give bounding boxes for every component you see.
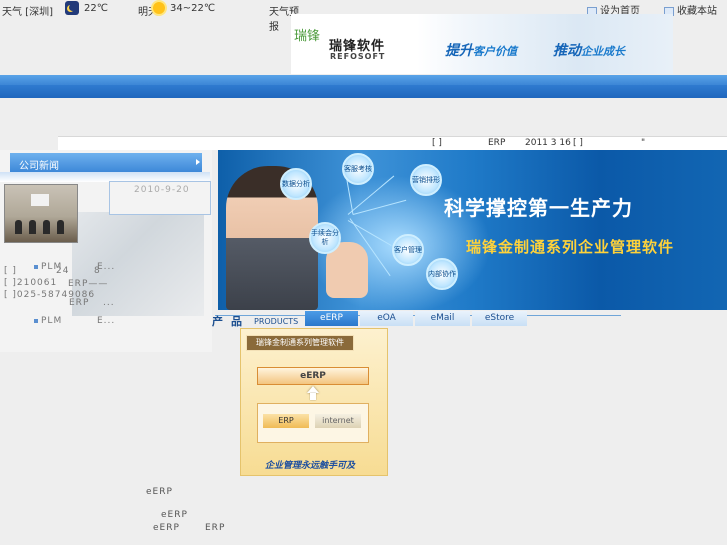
- slogan-2-main: 推动: [553, 43, 581, 59]
- nav-bar-main[interactable]: [0, 85, 727, 98]
- diagram-internet: internet: [315, 414, 361, 428]
- news-item-3-a[interactable]: [ ]210061: [4, 278, 57, 288]
- weather-temp-today: 22℃: [84, 3, 108, 14]
- bubble-5: 客户管理: [392, 234, 424, 266]
- news-item-5-a: PLM: [41, 316, 63, 326]
- slogan-1-sub: 客户价值: [473, 45, 517, 58]
- sun-icon: [153, 2, 165, 14]
- bullet-icon: [34, 318, 38, 323]
- slogan-2-sub: 企业成长: [581, 45, 625, 58]
- nav-bar-top: [0, 75, 727, 85]
- news-item-3-b: ERP——: [68, 279, 109, 289]
- bubble-4: 手续会分析: [309, 222, 341, 254]
- strip-date: 2011 3 16: [525, 138, 571, 148]
- news-date: 2010-9-20: [134, 185, 190, 195]
- tab-estore[interactable]: eStore: [472, 311, 527, 326]
- news-item-2-b: 24: [56, 266, 70, 276]
- slogan-1: 提升客户价值: [445, 40, 517, 60]
- lower-text-2: eERP: [161, 510, 188, 520]
- products-title-cn: 产品: [212, 315, 250, 328]
- bullet-icon: [34, 264, 38, 269]
- hero-title: 科学撑控第一生产力: [444, 196, 633, 220]
- tab-eerp[interactable]: eERP: [305, 311, 358, 326]
- strip-quote: ": [641, 138, 646, 148]
- news-item-2-a[interactable]: [ ]: [4, 266, 17, 276]
- arrow-up-icon: [307, 386, 317, 400]
- hero-subtitle: 瑞锋金制通系列企业管理软件: [466, 238, 675, 256]
- hero-banner[interactable]: 数据分析 客服考核 营销排形 手续会分析 客户管理 内部协作 科学撑控第一生产力…: [218, 150, 727, 310]
- weather-label: 天气 [深圳]: [2, 7, 53, 18]
- product-diagram[interactable]: 瑞锋金制通系列管理软件 eERP ERP internet 企业管理永远触手可及: [240, 328, 388, 476]
- slogan-2: 推动企业成长: [553, 40, 625, 60]
- news-tab[interactable]: 公司新闻: [10, 153, 202, 172]
- news-item-4-b: ERP: [69, 298, 90, 308]
- news-item-5-b[interactable]: E...: [97, 316, 115, 326]
- moon-icon: [65, 1, 79, 15]
- tab-eoa[interactable]: eOA: [360, 311, 413, 326]
- tab-email[interactable]: eMail: [415, 311, 470, 326]
- news-item-4-c: ...: [103, 298, 115, 308]
- diagram-eerp: eERP: [257, 367, 369, 385]
- announcement-strip[interactable]: [ ] ERP 2011 3 16 [ ] ": [58, 136, 727, 150]
- bubble-6: 内部协作: [426, 258, 458, 290]
- strip-erp: ERP: [488, 138, 506, 148]
- strip-bracket-1: [ ]: [432, 138, 442, 148]
- products-title-en: PRODUCTS: [254, 317, 299, 326]
- lower-text-3a: eERP: [153, 523, 180, 533]
- news-item-2-c: 8: [94, 266, 101, 276]
- diagram-erp: ERP: [263, 414, 309, 428]
- bubble-3: 营销排形: [410, 164, 442, 196]
- lower-text-1: eERP: [146, 487, 173, 497]
- weather-temp-tomorrow: 34~22℃: [170, 3, 216, 14]
- logo-icon: 瑞锋: [294, 29, 321, 44]
- news-tab-label: 公司新闻: [19, 161, 59, 172]
- lower-text-3b: ERP: [205, 523, 226, 533]
- strip-bracket-2: [ ]: [573, 138, 583, 148]
- bubble-2: 客服考核: [342, 153, 374, 185]
- news-thumbnail[interactable]: [4, 184, 78, 243]
- header-banner: 瑞锋 瑞锋软件 REFOSOFT 提升客户价值 推动企业成长: [291, 14, 673, 74]
- diagram-footer: 企业管理永远触手可及: [265, 461, 356, 471]
- brand-name-en: REFOSOFT: [330, 52, 386, 61]
- bubble-1: 数据分析: [280, 168, 312, 200]
- diagram-title: 瑞锋金制通系列管理软件: [246, 335, 354, 351]
- arrow-right-icon: [196, 159, 200, 165]
- news-item-5[interactable]: PLM: [34, 316, 62, 326]
- slogan-1-main: 提升: [445, 43, 473, 59]
- add-favorite-label: 收藏本站: [677, 6, 717, 17]
- news-background-image: [72, 212, 204, 316]
- weather-bar: 天气 [深圳] 22℃ 明天 34~22℃ 天气预报: [0, 0, 300, 33]
